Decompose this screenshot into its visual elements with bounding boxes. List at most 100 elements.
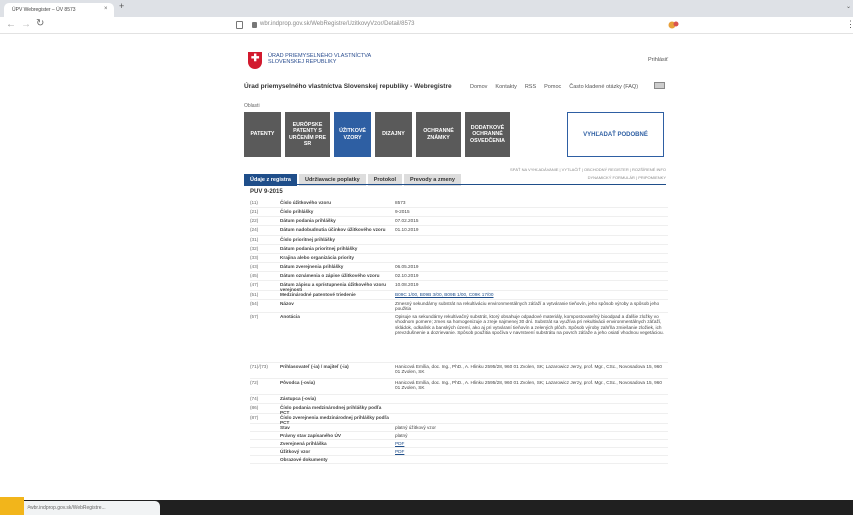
double-cross-icon: ✚ <box>251 53 260 64</box>
browser-menu-icon[interactable]: ⋮ <box>846 19 853 30</box>
inid-code: (45) <box>250 273 259 278</box>
table-row: (32) Dátum podania prioritnej prihlášky <box>250 245 668 254</box>
field-label: Právny stav zapísaného ÚV <box>280 433 341 438</box>
table-row: (54) Názov Zmesný sekundárny substrát na r… <box>250 300 668 313</box>
browser-toolbar: ← → ↻ wbr.indprop.gov.sk/WebRegistre/Uzi… <box>0 17 853 34</box>
field-label: Číslo prihlášky <box>280 209 314 214</box>
inid-code: (51) <box>250 292 259 297</box>
tab-divider <box>244 184 666 185</box>
tab-close-icon[interactable]: × <box>104 6 108 12</box>
tile-european-patents[interactable]: Európske patenty s určením pre SR <box>285 112 330 157</box>
tile-trademarks[interactable]: Ochranné známky <box>416 112 461 157</box>
inid-code: (72) <box>250 380 259 385</box>
nav-help-link[interactable]: Pomoc <box>544 84 561 90</box>
field-value: 8573 <box>395 200 406 205</box>
field-label: Pôvodca (-ovia) <box>280 380 315 385</box>
field-value-link[interactable]: B09C 1/00, B09B 3/00, B09B 1/00, C09K 17… <box>395 292 667 297</box>
tile-utility-models[interactable]: Úžitkové vzory <box>334 112 371 157</box>
field-value: 02.10.2019 <box>395 273 419 278</box>
field-value: 10.08.2019 <box>395 282 419 287</box>
record-actions: Späť na vyhľadávanie | Vytlačiť | Obchod… <box>500 166 666 182</box>
inid-code: (21) <box>250 209 259 214</box>
field-value: Opisuje sa sekundárny rekultivačný subst… <box>395 314 664 335</box>
field-label: Obrazové dokumenty <box>280 457 328 462</box>
inid-code: (43) <box>250 264 259 269</box>
inid-code: (33) <box>250 255 259 260</box>
tile-patents[interactable]: Patenty <box>244 112 281 157</box>
browser-tab[interactable]: ÚPV Webregister – ÚV 8573 × <box>4 3 114 17</box>
tile-spc[interactable]: Dodatkové ochranné osvedčenia <box>465 112 510 157</box>
lock-icon[interactable] <box>252 22 257 28</box>
inid-code: (74) <box>250 396 259 401</box>
areas-label: Oblasti <box>244 103 260 109</box>
field-label: Dátum zverejnenia prihlášky <box>280 264 344 269</box>
table-row: (72) Pôvodca (-ovia) Hanicová Emília, doc.… <box>250 379 668 395</box>
browser-tab-strip: ÚPV Webregister – ÚV 8573 × + ⌄ <box>0 0 853 17</box>
table-row: Obrazové dokumenty <box>250 456 668 464</box>
extension-icon[interactable] <box>668 20 679 30</box>
top-navigation: Domov Kontakty RSS Pomoc Často kladené o… <box>470 84 638 90</box>
forward-arrow-icon[interactable]: → <box>21 19 31 30</box>
nav-contacts-link[interactable]: Kontakty <box>495 84 516 90</box>
field-label: Zástupca (-ovia) <box>280 396 316 401</box>
field-label: Stav <box>280 425 290 430</box>
tile-designs[interactable]: Dizajny <box>375 112 412 157</box>
new-tab-icon[interactable]: + <box>119 1 124 11</box>
field-label: Krajina alebo organizácia priority <box>280 255 354 260</box>
field-value: Hanicová Emília, doc. Ing., PhD., A. Hli… <box>395 380 662 391</box>
back-arrow-icon[interactable]: ← <box>6 19 16 30</box>
table-row: Stav platný úžitkový vzor <box>250 424 668 432</box>
nav-home-link[interactable]: Domov <box>470 84 487 90</box>
field-label: Názov <box>280 301 294 306</box>
tab-list-icon[interactable]: ⌄ <box>846 3 851 10</box>
inid-code: (54) <box>250 301 259 306</box>
field-label: Číslo úžitkového vzoru <box>280 200 332 205</box>
field-value-link[interactable]: PDF <box>395 441 667 446</box>
search-icon: ⌕ <box>27 504 31 511</box>
field-value: 06.05.2019 <box>395 264 419 269</box>
inid-code: (22) <box>250 218 259 223</box>
inid-code: (24) <box>250 227 259 232</box>
field-value-link[interactable]: PDF <box>395 449 667 454</box>
search-similar-button[interactable]: Vyhľadať podobné <box>567 112 664 157</box>
page-info-icon[interactable] <box>236 21 243 29</box>
nav-rss-link[interactable]: RSS <box>525 84 536 90</box>
field-value: 9-2015 <box>395 209 410 214</box>
record-actions-line2[interactable]: Dynamický formulár | Pripomienky <box>500 174 666 182</box>
field-label: Dátum oznámenia o zápise úžitkového vzor… <box>280 273 380 278</box>
field-label: Dátum podania prihlášky <box>280 218 336 223</box>
site-title: Úrad priemyselného vlastníctva Slovenske… <box>244 83 452 90</box>
field-value: 07.02.2015 <box>395 218 419 223</box>
field-label: Úžitkový vzor <box>280 449 311 454</box>
inid-code: (11) <box>250 200 258 205</box>
table-row: (31) Číslo prioritnej prihlášky <box>250 236 668 245</box>
field-label: Prihlasovateľ (-ia) / majiteľ (-ia) <box>280 364 349 369</box>
table-row: (22) Dátum podania prihlášky 07.02.2015 <box>250 217 668 226</box>
field-value: 01.10.2019 <box>395 227 419 232</box>
table-row: (45) Dátum oznámenia o zápise úžitkového … <box>250 272 668 281</box>
record-actions-line1[interactable]: Späť na vyhľadávanie | Vytlačiť | Obchod… <box>500 166 666 174</box>
table-row: (21) Číslo prihlášky 9-2015 <box>250 208 668 217</box>
address-bar[interactable]: wbr.indprop.gov.sk/WebRegistre/UzitkovyV… <box>260 21 415 27</box>
tab-title: ÚPV Webregister – ÚV 8573 <box>12 7 76 13</box>
inid-code: (86) <box>250 405 259 410</box>
inid-code: (87) <box>250 415 259 420</box>
field-label: Zverejnená prihláška <box>280 441 327 446</box>
inid-code: (71)/(73) <box>250 364 268 369</box>
table-row: (51) Medzinárodné patentové triedenie B09C… <box>250 291 668 300</box>
field-label: Anotácia <box>280 314 300 319</box>
table-row: Zverejnená prihláška PDF <box>250 440 668 448</box>
language-flag-icon[interactable] <box>654 82 665 89</box>
taskbar-app-icon[interactable] <box>0 497 24 515</box>
inid-code: (57) <box>250 314 259 319</box>
slovak-coat-of-arms-logo[interactable]: ✚ <box>248 52 262 69</box>
login-link[interactable]: Prihlásiť <box>648 57 668 63</box>
table-row: (47) Dátum zápisu a sprístupnenia úžitkov… <box>250 281 668 292</box>
field-label: Číslo prioritnej prihlášky <box>280 237 335 242</box>
status-url: wbr.indprop.gov.sk/WebRegistre... <box>0 501 160 515</box>
table-row: Právny stav zapísaného ÚV platný <box>250 432 668 440</box>
category-tiles: Patenty Európske patenty s určením pre S… <box>244 112 510 157</box>
office-name[interactable]: Úrad priemyselného vlastníctva Slovenske… <box>268 53 378 66</box>
reload-icon[interactable]: ↻ <box>36 18 44 29</box>
nav-faq-link[interactable]: Často kladené otázky (FAQ) <box>569 84 638 90</box>
